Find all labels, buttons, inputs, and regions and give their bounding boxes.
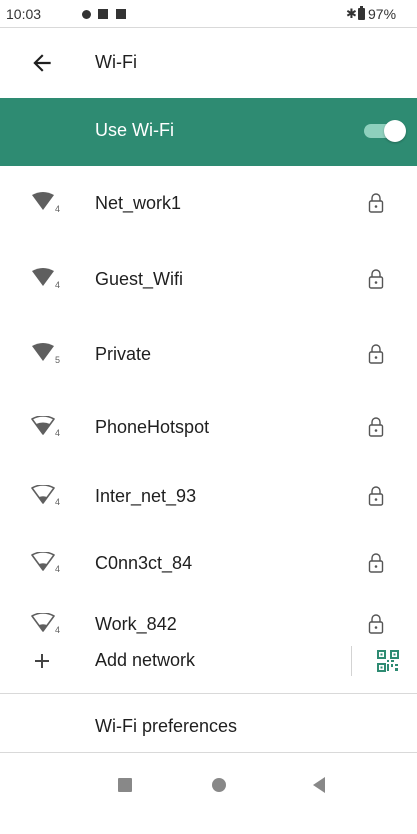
divider [351,646,352,676]
back-triangle-icon[interactable] [313,777,325,793]
notification-square-icon [116,9,126,19]
network-name: Private [95,344,152,364]
wifi-signal-icon: 4 [32,268,60,290]
use-wifi-toggle-row[interactable]: Use Wi-Fi [0,98,417,166]
wifi-signal-icon: 4 [31,416,60,438]
status-bar: 10:03 ✱ 97% [0,0,417,28]
network-name: Work_842 [95,614,177,634]
notification-dot-icon [82,10,91,19]
svg-text:4: 4 [55,497,60,507]
navigation-bar [0,760,417,834]
network-row[interactable]: 4 Net_work1 [0,166,417,241]
divider [0,752,417,753]
network-name: Guest_Wifi [95,269,184,289]
network-row[interactable]: 5 Private [0,318,417,392]
notification-square-icon [98,9,108,19]
lock-icon [368,344,384,364]
use-wifi-label: Use Wi-Fi [95,120,174,140]
svg-text:4: 4 [55,564,60,574]
wifi-signal-icon: 4 [32,192,60,214]
network-name: C0nn3ct_84 [95,553,193,573]
wifi-signal-icon: 4 [31,552,60,574]
svg-text:4: 4 [55,204,60,214]
lock-icon [368,417,384,437]
recents-icon[interactable] [118,778,132,792]
wifi-signal-icon: 5 [32,343,60,365]
battery-percentage: 97% [368,6,397,22]
svg-text:4: 4 [55,280,60,290]
wifi-preferences-label: Wi-Fi preferences [95,716,238,736]
lock-icon [368,269,384,289]
wifi-preferences-row[interactable]: Wi-Fi preferences [0,694,417,752]
svg-text:4: 4 [55,428,60,438]
add-network-label: Add network [95,650,196,670]
lock-icon [368,614,384,634]
toggle-thumb[interactable] [384,120,406,142]
network-row[interactable]: 4 C0nn3ct_84 [0,530,417,598]
lock-icon [368,486,384,506]
home-icon[interactable] [212,778,226,792]
network-name: PhoneHotspot [95,417,210,437]
bluetooth-icon: ✱ [346,6,357,21]
battery-icon [358,8,365,20]
qr-code-scan-icon[interactable] [377,650,399,672]
network-row[interactable]: 4 Guest_Wifi [0,241,417,318]
network-row[interactable]: 4 Inter_net_93 [0,464,417,530]
wifi-signal-icon: 4 [31,485,60,507]
lock-icon [368,193,384,213]
app-bar: Wi-Fi [0,28,417,98]
status-time: 10:03 [6,6,42,22]
add-network-row[interactable]: Add network [0,633,417,689]
network-row[interactable]: 4 Work_842 [0,598,417,635]
svg-text:5: 5 [55,355,60,365]
plus-icon [35,654,49,668]
network-name: Net_work1 [95,193,182,213]
network-name: Inter_net_93 [95,486,197,506]
lock-icon [368,553,384,573]
network-row[interactable]: 4 PhoneHotspot [0,392,417,464]
arrow-left-icon[interactable] [29,50,55,76]
page-title: Wi-Fi [95,52,137,72]
